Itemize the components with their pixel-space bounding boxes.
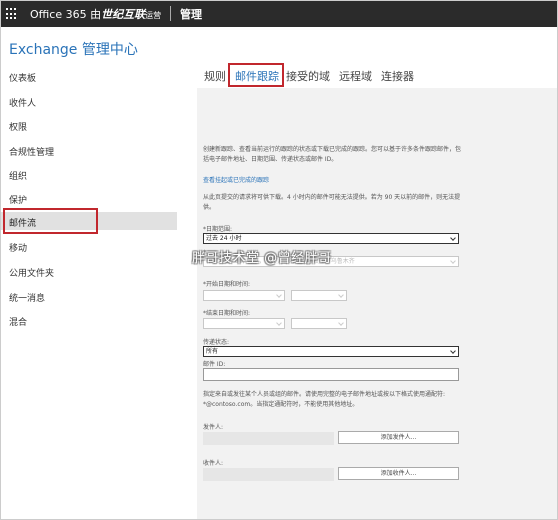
start-time-select[interactable] xyxy=(291,290,347,301)
add-sender-button[interactable]: 添加发件人... xyxy=(338,431,459,444)
app-launcher-icon[interactable] xyxy=(6,8,18,20)
date-range-select[interactable]: 过去 24 小时 xyxy=(203,233,459,244)
annotation-highlight-box xyxy=(3,208,98,234)
tab-remote-domains[interactable]: 远程域 xyxy=(339,68,372,84)
end-time-select[interactable] xyxy=(291,318,347,329)
sidebar-item-dashboard[interactable]: 仪表板 xyxy=(9,71,36,84)
recipient-field xyxy=(203,468,334,481)
tab-accepted-domains[interactable]: 接受的域 xyxy=(286,68,330,84)
sender-field xyxy=(203,432,334,445)
wildcard-hint-text: 指定来自或发往某个人员或组的邮件。请使用完整的电子邮件地址或按以下格式使用通配符… xyxy=(203,391,446,408)
topbar-divider xyxy=(170,6,171,21)
add-recipient-button[interactable]: 添加收件人... xyxy=(338,467,459,480)
sidebar-item-recipients[interactable]: 收件人 xyxy=(9,96,36,109)
end-datetime-label: *结束日期和时间: xyxy=(203,310,251,317)
sidebar-item-unified-messaging[interactable]: 统一消息 xyxy=(9,291,45,304)
start-date-select[interactable] xyxy=(203,290,285,301)
brand-prefix: Office 365 由 xyxy=(30,8,102,21)
top-bar: Office 365 由世纪互联运营 管理 xyxy=(0,0,558,27)
note-text: 从此页提交的请求将可供下载。4 小时内的邮件可能无法提供。若为 90 天以前的邮… xyxy=(203,194,461,211)
sidebar-item-mobile[interactable]: 移动 xyxy=(9,241,27,254)
annotation-highlight-box xyxy=(228,63,284,87)
delivery-status-label: 传递状态: xyxy=(203,339,230,346)
chevron-down-icon xyxy=(450,258,456,264)
sidebar-item-protection[interactable]: 保护 xyxy=(9,193,27,206)
tab-connectors[interactable]: 连接器 xyxy=(381,68,414,84)
delivery-status-value: 所有 xyxy=(206,348,219,355)
watermark-text: 胖哥技术堂 @曾经胖哥 xyxy=(192,251,332,266)
page-title: Exchange 管理中心 xyxy=(9,42,138,58)
chevron-down-icon xyxy=(338,292,344,298)
chevron-down-icon xyxy=(450,235,456,241)
message-id-input[interactable] xyxy=(203,368,459,381)
start-datetime-label: *开始日期和时间: xyxy=(203,281,251,288)
chevron-down-icon xyxy=(276,292,282,298)
sidebar-item-organization[interactable]: 组织 xyxy=(9,169,27,182)
view-traces-link[interactable]: 查看挂起或已完成的跟踪 xyxy=(203,175,269,184)
tab-rules[interactable]: 规则 xyxy=(204,68,226,84)
brand-logo[interactable]: Office 365 由世纪互联运营 xyxy=(30,6,161,22)
end-date-select[interactable] xyxy=(203,318,285,329)
message-id-label: 邮件 ID: xyxy=(203,361,226,368)
date-range-label: *日期范围: xyxy=(203,226,233,233)
chevron-down-icon xyxy=(450,348,456,354)
chevron-down-icon xyxy=(276,320,282,326)
delivery-status-select[interactable]: 所有 xyxy=(203,346,459,357)
brand-suffix: 运营 xyxy=(145,11,162,20)
sender-label: 发件人: xyxy=(203,424,224,431)
date-range-value: 过去 24 小时 xyxy=(206,235,242,242)
intro-text: 创建新跟踪、查看当前运行的跟踪的状态或下载已完成的跟踪。您可以基于许多条件跟踪邮… xyxy=(203,146,462,163)
brand-bold: 世纪互联 xyxy=(101,8,146,21)
sidebar-item-compliance[interactable]: 合规性管理 xyxy=(9,145,54,158)
recipient-label: 收件人: xyxy=(203,460,224,467)
sidebar-item-public-folders[interactable]: 公用文件夹 xyxy=(9,266,54,279)
admin-link[interactable]: 管理 xyxy=(180,6,202,22)
sidebar-item-permissions[interactable]: 权限 xyxy=(9,120,27,133)
sidebar-item-hybrid[interactable]: 混合 xyxy=(9,315,27,328)
chevron-down-icon xyxy=(338,320,344,326)
